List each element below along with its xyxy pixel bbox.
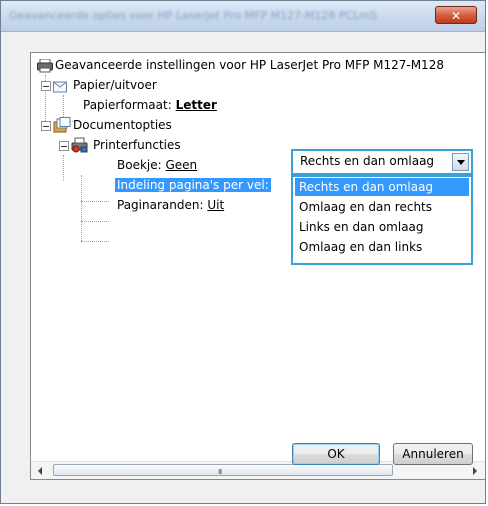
combobox-selected-value: Rechts en dan omlaag (300, 154, 435, 168)
tree-line (81, 241, 109, 242)
documents-icon (53, 117, 71, 137)
dropdown-option[interactable]: Omlaag en dan rechts (295, 198, 469, 216)
tree-item-page-borders[interactable]: Paginaranden: Uit (117, 195, 224, 215)
pages-per-sheet-label: Indeling pagina's per vel: (115, 178, 271, 192)
collapse-toggle-printer-features[interactable] (59, 141, 69, 151)
settings-tree[interactable]: Geavanceerde instellingen voor HP LaserJ… (30, 52, 486, 480)
dropdown-option[interactable]: Rechts en dan omlaag (295, 178, 469, 196)
tree-item-paper-output[interactable]: Papier/uitvoer (73, 75, 157, 95)
window-title: Geavanceerde opties voor HP LaserJet Pro… (9, 9, 378, 22)
chevron-down-icon[interactable] (452, 153, 469, 171)
tree-item-booklet[interactable]: Boekje: Geen (117, 155, 197, 175)
dropdown-option[interactable]: Links en dan omlaag (295, 218, 469, 236)
tree-item-document-options[interactable]: Documentopties (73, 115, 172, 135)
ok-button[interactable]: OK (292, 443, 380, 465)
page-borders-value[interactable]: Uit (207, 198, 224, 212)
tree-root-label[interactable]: Geavanceerde instellingen voor HP LaserJ… (55, 55, 444, 75)
printer-icon (37, 58, 53, 77)
title-bar[interactable]: Geavanceerde opties voor HP LaserJet Pro… (1, 1, 485, 32)
booklet-label: Boekje: (117, 158, 166, 172)
scrollbar-thumb[interactable]: III (53, 464, 393, 476)
booklet-value[interactable]: Geen (165, 158, 197, 172)
pages-per-sheet-dropdown[interactable]: Rechts en dan omlaag Omlaag en dan recht… (291, 175, 473, 265)
dialog-window: Geavanceerde opties voor HP LaserJet Pro… (0, 0, 486, 504)
page-borders-label: Paginaranden: (117, 198, 208, 212)
cancel-button[interactable]: Annuleren (393, 443, 473, 465)
close-icon: ✕ (450, 9, 462, 23)
paper-icon (53, 78, 69, 97)
printer-features-icon (71, 137, 89, 157)
pages-per-sheet-combobox[interactable]: Rechts en dan omlaag (291, 149, 473, 175)
tree-item-printer-features[interactable]: Printerfuncties (93, 135, 181, 155)
paper-size-label: Papierformaat: (83, 98, 176, 112)
tree-line (81, 221, 109, 222)
dropdown-option[interactable]: Omlaag en dan links (295, 238, 469, 256)
tree-line (81, 201, 109, 202)
tree-item-paper-size[interactable]: Papierformaat: Letter (83, 95, 217, 115)
collapse-toggle-paper[interactable] (41, 81, 51, 91)
tree-line (81, 175, 82, 241)
tree-item-pages-per-sheet[interactable]: Indeling pagina's per vel: (115, 175, 271, 195)
close-button[interactable]: ✕ (435, 6, 477, 24)
scroll-right-arrow-icon[interactable] (467, 463, 483, 478)
scrollbar-grip-icon: III (218, 468, 222, 476)
tree-line (63, 155, 64, 181)
collapse-toggle-document-options[interactable] (41, 121, 51, 131)
scroll-left-arrow-icon[interactable] (33, 463, 49, 478)
paper-size-value[interactable]: Letter (176, 98, 217, 112)
